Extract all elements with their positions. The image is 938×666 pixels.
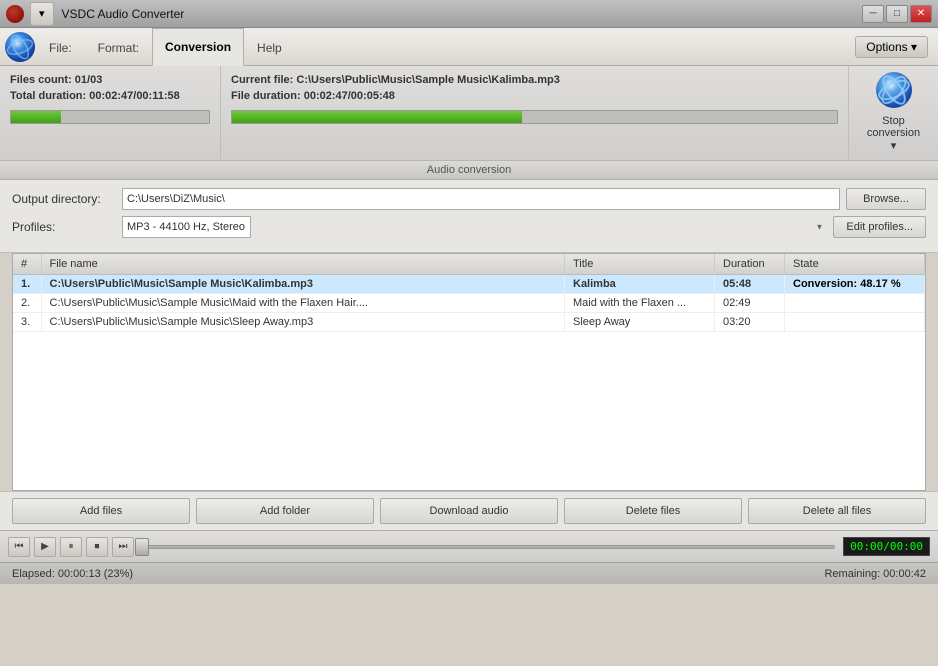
menu-format[interactable]: Format: (85, 28, 152, 66)
menu-file-label: File: (49, 41, 72, 55)
menu-help-label: Help (257, 41, 282, 55)
file-progress-bar (231, 110, 838, 124)
window-title: VSDC Audio Converter (62, 7, 185, 21)
forward-button[interactable]: ⏭ (112, 537, 134, 557)
form-area: Output directory: Browse... Profiles: MP… (0, 180, 938, 253)
status-top: Files count: 01/03 Total duration: 00:02… (0, 66, 938, 161)
audio-conversion-bar: Audio conversion (0, 161, 938, 180)
output-dir-label: Output directory: (12, 192, 122, 206)
col-state: State (785, 254, 925, 275)
menu-format-label: Format: (98, 41, 139, 55)
add-folder-button[interactable]: Add folder (196, 498, 374, 524)
total-progress-bar (10, 110, 210, 124)
download-audio-button[interactable]: Download audio (380, 498, 558, 524)
profiles-row: Profiles: MP3 - 44100 Hz, Stereo Edit pr… (12, 216, 926, 238)
stop-orb-icon (875, 71, 913, 109)
player-slider[interactable] (142, 537, 835, 557)
window-controls: ─ □ ✕ (862, 5, 932, 23)
app-logo (4, 31, 36, 63)
options-button[interactable]: Options ▾ (855, 36, 928, 58)
browse-button[interactable]: Browse... (846, 188, 926, 210)
add-files-button[interactable]: Add files (12, 498, 190, 524)
menu-left: File: Format: Conversion Help (4, 28, 295, 65)
files-table-container: # File name Title Duration State 1.C:\Us… (12, 253, 926, 491)
title-bar: ▾ VSDC Audio Converter ─ □ ✕ (0, 0, 938, 28)
elapsed-status: Elapsed: 00:00:13 (23%) (12, 568, 133, 580)
maximize-button[interactable]: □ (886, 5, 908, 23)
app-icon (6, 5, 24, 23)
minimize-button[interactable]: ─ (862, 5, 884, 23)
title-bar-left: ▾ VSDC Audio Converter (6, 2, 184, 26)
player-slider-track (142, 545, 835, 549)
total-progress-fill (11, 111, 61, 123)
edit-profiles-button[interactable]: Edit profiles... (833, 216, 926, 238)
delete-all-button[interactable]: Delete all files (748, 498, 926, 524)
player-time: 00:00/00:00 (843, 537, 930, 556)
col-filename: File name (41, 254, 565, 275)
table-row[interactable]: 1.C:\Users\Public\Music\Sample Music\Kal… (13, 275, 925, 294)
status-middle-panel: Current file: C:\Users\Public\Music\Samp… (220, 66, 848, 160)
menu-conversion-label: Conversion (165, 40, 231, 54)
file-duration: File duration: 00:02:47/00:05:48 (231, 90, 838, 102)
player-bar: ⏮ ▶ ⏸ ⏹ ⏭ 00:00/00:00 (0, 530, 938, 562)
toolbar-dropdown-arrow: ▾ (39, 7, 45, 20)
col-duration: Duration (715, 254, 785, 275)
output-dir-row: Output directory: Browse... (12, 188, 926, 210)
status-bar: Elapsed: 00:00:13 (23%) Remaining: 00:00… (0, 562, 938, 584)
menu-help[interactable]: Help (244, 28, 295, 66)
table-row[interactable]: 2.C:\Users\Public\Music\Sample Music\Mai… (13, 294, 925, 313)
stop-conversion-button[interactable]: Stopconversion ▾ (854, 111, 934, 156)
close-button[interactable]: ✕ (910, 5, 932, 23)
col-title: Title (565, 254, 715, 275)
profiles-select[interactable]: MP3 - 44100 Hz, Stereo (122, 216, 251, 238)
stop-button[interactable]: ⏹ (86, 537, 108, 557)
player-slider-thumb[interactable] (135, 538, 149, 556)
pause-button[interactable]: ⏸ (60, 537, 82, 557)
files-table: # File name Title Duration State 1.C:\Us… (13, 254, 925, 332)
rewind-button[interactable]: ⏮ (8, 537, 30, 557)
delete-files-button[interactable]: Delete files (564, 498, 742, 524)
current-file: Current file: C:\Users\Public\Music\Samp… (231, 74, 838, 86)
col-num: # (13, 254, 41, 275)
profiles-select-wrapper: MP3 - 44100 Hz, Stereo (122, 216, 827, 238)
table-row[interactable]: 3.C:\Users\Public\Music\Sample Music\Sle… (13, 313, 925, 332)
files-count: Files count: 01/03 (10, 74, 210, 86)
remaining-status: Remaining: 00:00:42 (824, 568, 926, 580)
total-duration: Total duration: 00:02:47/00:11:58 (10, 90, 210, 102)
table-header-row: # File name Title Duration State (13, 254, 925, 275)
options-label: Options ▾ (866, 40, 917, 54)
file-progress-fill (232, 111, 522, 123)
menu-bar: File: Format: Conversion Help Options ▾ (0, 28, 938, 66)
stop-conversion-panel: Stopconversion ▾ (848, 66, 938, 160)
menu-conversion[interactable]: Conversion (152, 28, 244, 66)
stop-label: Stopconversion (867, 115, 920, 139)
status-left-panel: Files count: 01/03 Total duration: 00:02… (0, 66, 220, 160)
play-button[interactable]: ▶ (34, 537, 56, 557)
stop-dropdown-arrow: ▾ (891, 139, 897, 152)
toolbar-dropdown[interactable]: ▾ (30, 2, 54, 26)
bottom-buttons-bar: Add files Add folder Download audio Dele… (0, 491, 938, 530)
profiles-label: Profiles: (12, 220, 122, 234)
menu-file[interactable]: File: (36, 28, 85, 66)
output-dir-input[interactable] (122, 188, 840, 210)
